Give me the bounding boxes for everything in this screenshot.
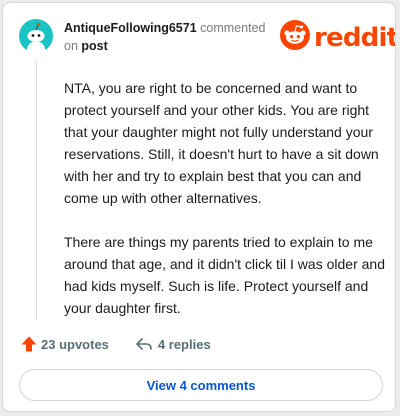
replies-count: 4 replies (157, 336, 211, 352)
thread-line[interactable] (36, 61, 37, 320)
replies-button[interactable]: 4 replies (135, 336, 211, 352)
reddit-logo[interactable]: reddit (280, 20, 396, 55)
comment-meta: AntiqueFollowing6571 commented on post (64, 19, 279, 55)
upvote-arrow-icon (20, 335, 38, 353)
comment-card: AntiqueFollowing6571 commented on post r… (2, 2, 396, 412)
username-link[interactable]: AntiqueFollowing6571 (64, 21, 197, 35)
post-link[interactable]: post (81, 39, 107, 53)
on-text: on (64, 39, 78, 53)
upvote-button[interactable]: 23 upvotes (20, 335, 109, 353)
reddit-wordmark: reddit (314, 22, 396, 53)
reply-arrow-icon (135, 336, 153, 352)
comment-paragraph: There are things my parents tried to exp… (64, 234, 385, 316)
comment-body: NTA, you are right to be concerned and w… (64, 77, 386, 341)
comment-paragraph: NTA, you are right to be concerned and w… (64, 80, 379, 206)
user-avatar-icon[interactable] (19, 19, 53, 53)
reddit-snoo-logo-icon (280, 20, 310, 55)
view-comments-button[interactable]: View 4 comments (19, 369, 383, 401)
upvote-count: 23 upvotes (41, 336, 109, 352)
comment-actions: 23 upvotes 4 replies (20, 335, 211, 353)
commented-text: commented (200, 21, 266, 35)
